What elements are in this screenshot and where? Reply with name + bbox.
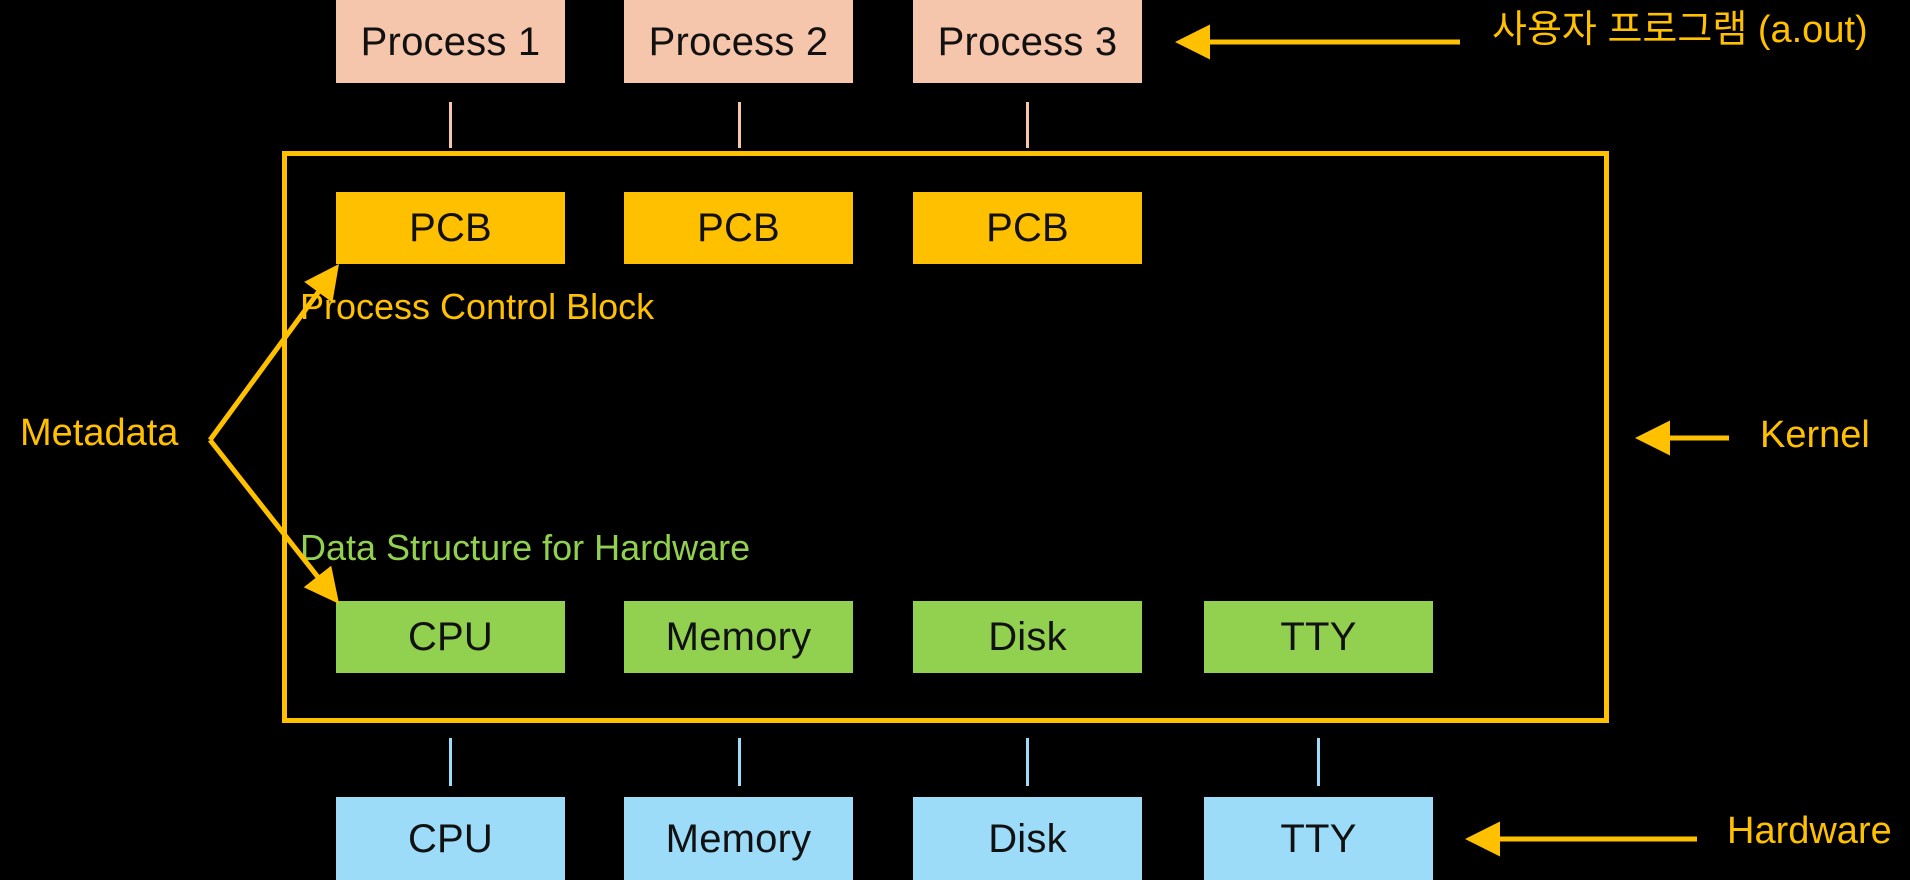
connector-process-3-to-kernel (1026, 102, 1029, 148)
process-box-2-label: Process 2 (648, 19, 829, 64)
hardware-box-disk[interactable]: Disk (913, 797, 1142, 880)
hardware-struct-box-tty-label: TTY (1280, 615, 1357, 659)
process-box-3-label: Process 3 (937, 19, 1118, 64)
connector-kernel-to-hardware-cpu (449, 738, 452, 786)
hardware-struct-box-disk-label: Disk (988, 615, 1067, 659)
hardware-box-cpu[interactable]: CPU (336, 797, 565, 880)
hardware-box-memory-label: Memory (665, 816, 812, 861)
connector-process-1-to-kernel (449, 102, 452, 148)
process-box-2[interactable]: Process 2 (624, 0, 853, 83)
process-box-1-label: Process 1 (360, 19, 541, 64)
hardware-box-tty-label: TTY (1280, 816, 1357, 861)
pcb-box-2[interactable]: PCB (624, 192, 853, 264)
diagram-canvas: Process 1 Process 2 Process 3 PCB PCB PC… (0, 0, 1910, 880)
connector-kernel-to-hardware-tty (1317, 738, 1320, 786)
pcb-box-3-label: PCB (986, 206, 1069, 250)
process-control-block-caption: Process Control Block (300, 286, 655, 327)
hardware-box-tty[interactable]: TTY (1204, 797, 1433, 880)
hardware-struct-box-cpu[interactable]: CPU (336, 601, 565, 673)
connector-process-2-to-kernel (738, 102, 741, 148)
hardware-box-disk-label: Disk (988, 816, 1067, 861)
pcb-box-3[interactable]: PCB (913, 192, 1142, 264)
process-box-3[interactable]: Process 3 (913, 0, 1142, 83)
pcb-box-1-label: PCB (409, 206, 492, 250)
hardware-struct-box-memory-label: Memory (665, 615, 812, 659)
connector-kernel-to-hardware-memory (738, 738, 741, 786)
kernel-annotation-label: Kernel (1760, 414, 1870, 456)
hardware-annotation-label: Hardware (1727, 810, 1892, 852)
pcb-box-1[interactable]: PCB (336, 192, 565, 264)
hardware-box-memory[interactable]: Memory (624, 797, 853, 880)
hardware-struct-box-disk[interactable]: Disk (913, 601, 1142, 673)
hardware-struct-box-tty[interactable]: TTY (1204, 601, 1433, 673)
user-program-annotation-label: 사용자 프로그램 (a.out) (1492, 9, 1868, 51)
connector-kernel-to-hardware-disk (1026, 738, 1029, 786)
hardware-struct-box-cpu-label: CPU (407, 615, 494, 659)
data-structure-for-hardware-caption: Data Structure for Hardware (300, 527, 751, 568)
hardware-box-cpu-label: CPU (407, 816, 494, 861)
hardware-struct-box-memory[interactable]: Memory (624, 601, 853, 673)
metadata-annotation-label: Metadata (20, 412, 179, 454)
process-box-1[interactable]: Process 1 (336, 0, 565, 83)
pcb-box-2-label: PCB (697, 206, 780, 250)
